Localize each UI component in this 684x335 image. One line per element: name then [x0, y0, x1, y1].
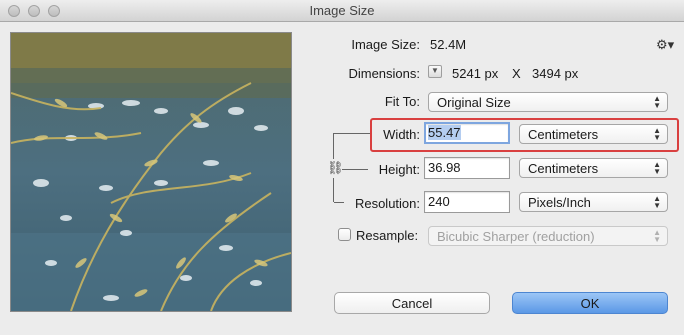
resolution-value: 240 [428, 194, 450, 209]
updown-arrows-icon: ▲ ▼ [653, 126, 661, 142]
image-size-value: 52.4M [430, 37, 467, 52]
height-value: 36.98 [428, 160, 461, 175]
updown-arrows-icon: ▲ ▼ [653, 94, 661, 110]
resample-checkbox[interactable] [338, 228, 351, 241]
resample-method-value: Bicubic Sharper (reduction) [437, 229, 595, 244]
resample-method-select[interactable]: Bicubic Sharper (reduction) ▲ ▼ [428, 226, 668, 246]
updown-arrows-icon: ▲ ▼ [653, 228, 661, 244]
dimensions-menu-button[interactable]: ▼ [428, 65, 442, 78]
fit-to-label: Fit To: [384, 94, 420, 109]
dimensions-width-value: 5241 px [452, 66, 499, 81]
dimensions-height-value: 3494 px [532, 66, 579, 81]
image-size-label: Image Size: [351, 37, 420, 52]
title-bar: Image Size [0, 0, 684, 22]
window-title: Image Size [309, 3, 375, 18]
updown-arrows-icon: ▲ ▼ [653, 194, 661, 210]
gear-icon[interactable]: ⚙︎▾ [656, 37, 674, 53]
dimensions-label: Dimensions: [348, 66, 420, 81]
image-size-dialog: Image Size Image Size: 52.4M ⚙︎▾ Dimensi… [0, 0, 684, 335]
resolution-unit-select[interactable]: Pixels/Inch ▲ ▼ [519, 192, 668, 212]
fit-to-select[interactable]: Original Size ▲ ▼ [428, 92, 668, 112]
triangle-down-icon: ▼ [431, 66, 439, 75]
cancel-button[interactable]: Cancel [334, 292, 490, 314]
fit-to-value: Original Size [437, 95, 511, 110]
resolution-unit-value: Pixels/Inch [528, 195, 591, 210]
width-unit-select[interactable]: Centimeters ▲ ▼ [519, 124, 668, 144]
image-preview[interactable] [10, 32, 292, 312]
height-unit-value: Centimeters [528, 161, 599, 176]
width-label: Width: [383, 127, 420, 142]
preview-photo [11, 33, 291, 311]
resolution-input[interactable]: 240 [424, 191, 510, 213]
updown-arrows-icon: ▲ ▼ [653, 160, 661, 176]
height-label: Height: [378, 162, 420, 177]
width-input[interactable]: 55.47 [424, 122, 510, 144]
width-unit-value: Centimeters [528, 127, 599, 142]
height-input[interactable]: 36.98 [424, 157, 510, 179]
width-value: 55.47 [428, 125, 461, 140]
dimensions-separator: X [512, 66, 521, 81]
ok-button[interactable]: OK [512, 292, 668, 314]
height-unit-select[interactable]: Centimeters ▲ ▼ [519, 158, 668, 178]
resample-label: Resample: [356, 228, 419, 243]
resolution-label: Resolution: [354, 196, 420, 211]
